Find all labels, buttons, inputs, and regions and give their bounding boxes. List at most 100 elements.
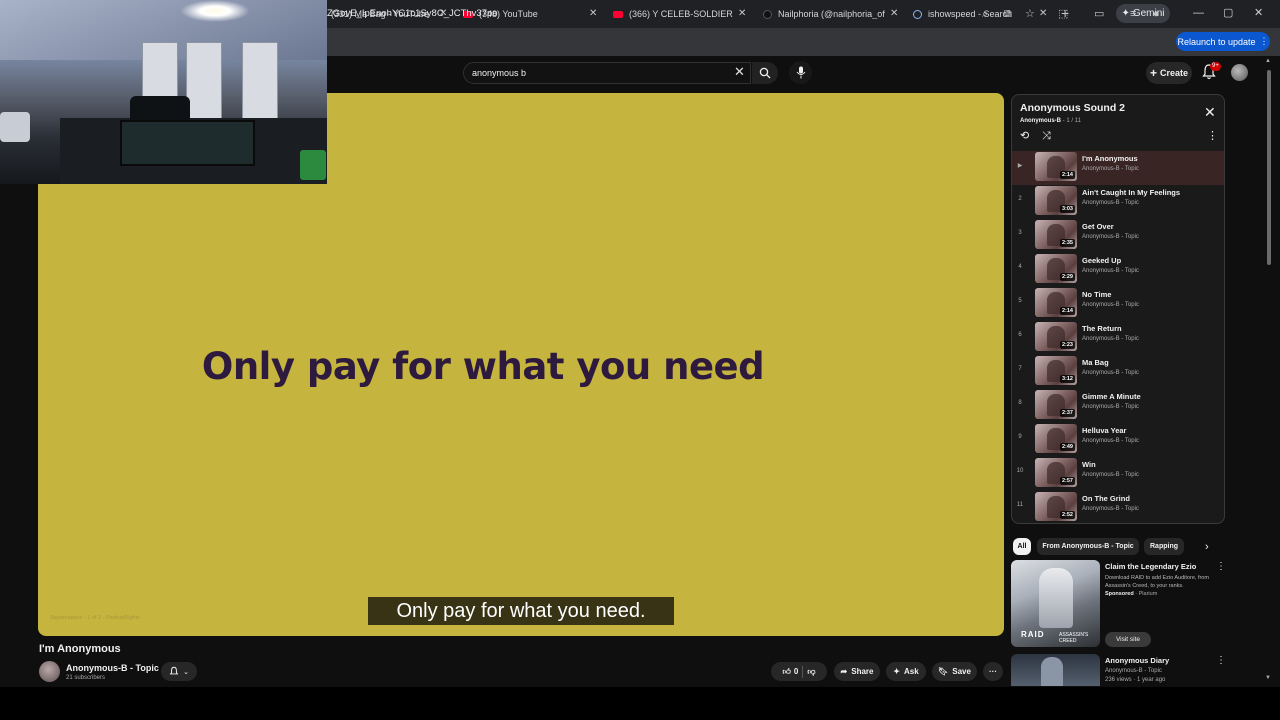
- playlist-item[interactable]: 7 3:12 Ma Bag Anonymous-B - Topic: [1012, 355, 1224, 389]
- subscribed-button[interactable]: ⌄: [161, 662, 197, 681]
- chip-rapping[interactable]: Rapping: [1144, 538, 1184, 555]
- playlist-item[interactable]: 2 3:03 Ain't Caught In My Feelings Anonymou…: [1012, 185, 1224, 219]
- playlist-title[interactable]: Anonymous Sound 2: [1020, 102, 1125, 114]
- search-button[interactable]: [752, 62, 778, 84]
- recommendation-title[interactable]: Anonymous Diary: [1105, 656, 1169, 665]
- playlist-item-channel: Anonymous-B - Topic: [1082, 404, 1139, 410]
- install-app-icon[interactable]: ⧉: [1004, 7, 1012, 21]
- save-button[interactable]: 🔖︎ Save: [932, 662, 977, 681]
- like-button[interactable]: 👍︎ 0: [783, 667, 799, 677]
- reading-list-icon[interactable]: ≡: [1130, 7, 1136, 21]
- playlist-item-thumbnail: 2:57: [1035, 458, 1077, 487]
- split-view-icon[interactable]: ▭: [1094, 7, 1104, 21]
- playlist-item[interactable]: 11 2:52 On The Grind Anonymous-B - Topic: [1012, 491, 1224, 525]
- search-icon: [759, 67, 771, 79]
- scroll-up-icon[interactable]: ▲: [1265, 58, 1271, 64]
- playlist-item[interactable]: 9 2:49 Helluva Year Anonymous-B - Topic: [1012, 423, 1224, 457]
- sponsored-thumbnail[interactable]: RAID ASSASSIN'S CREED: [1011, 560, 1100, 647]
- ask-button[interactable]: ✦ Ask: [886, 662, 926, 681]
- playlist-item[interactable]: 8 2:37 Gimme A Minute Anonymous-B - Topic: [1012, 389, 1224, 423]
- playlist-item[interactable]: 4 2:29 Geeked Up Anonymous-B - Topic: [1012, 253, 1224, 287]
- closed-caption: Only pay for what you need.: [368, 597, 674, 625]
- duration-badge: 2:23: [1059, 341, 1075, 349]
- more-vert-icon[interactable]: ⋮: [1207, 130, 1218, 142]
- advertiser-name: Plarium: [1138, 591, 1158, 597]
- playlist-item[interactable]: 6 2:23 The Return Anonymous-B - Topic: [1012, 321, 1224, 355]
- gemini-button[interactable]: ✦ Gemini: [1116, 4, 1170, 23]
- playlist-item[interactable]: ▶ 2:14 I'm Anonymous Anonymous-B - Topic: [1012, 151, 1224, 185]
- playlist-item-thumbnail: 2:49: [1035, 424, 1077, 453]
- thumbs-up-icon: 👍︎: [782, 666, 791, 676]
- playlist-item-index: 11: [1016, 502, 1024, 508]
- more-vert-icon[interactable]: ⋮: [1216, 656, 1226, 666]
- tab-close-icon[interactable]: ✕: [890, 7, 898, 21]
- account-avatar[interactable]: [1231, 64, 1248, 81]
- tab-close-icon[interactable]: ✕: [1039, 7, 1047, 21]
- chevron-right-icon[interactable]: ›: [1205, 540, 1209, 554]
- chip-from-channel[interactable]: From Anonymous-B - Topic: [1037, 538, 1139, 555]
- relaunch-button[interactable]: Relaunch to update ⋮: [1176, 32, 1270, 51]
- playlist-item-channel: Anonymous-B - Topic: [1082, 200, 1139, 206]
- close-playlist-icon[interactable]: ✕: [1204, 105, 1216, 119]
- sponsored-title[interactable]: Claim the Legendary Ezio: [1105, 562, 1196, 571]
- duration-badge: 2:35: [1059, 239, 1075, 247]
- tab-close-icon[interactable]: ✕: [738, 7, 746, 21]
- scroll-down-icon[interactable]: ▼: [1265, 675, 1271, 681]
- tab-close-icon[interactable]: ✕: [589, 7, 597, 21]
- playlist-item-index: 3: [1018, 230, 1022, 236]
- save-label: Save: [952, 667, 971, 676]
- dislike-button[interactable]: 👎︎: [807, 667, 815, 677]
- video-title: I'm Anonymous: [39, 643, 121, 655]
- search-input-value: anonymous b: [472, 68, 527, 78]
- playlist-item-index: 9: [1018, 434, 1022, 440]
- duration-badge: 2:14: [1059, 307, 1075, 315]
- more-vert-icon: ⋮: [1259, 36, 1269, 46]
- like-count: 0: [793, 667, 799, 676]
- playlist-owner[interactable]: Anonymous-B: [1020, 118, 1061, 124]
- more-actions-button[interactable]: ···: [983, 662, 1003, 681]
- profile-icon[interactable]: ●: [1153, 7, 1160, 21]
- plus-icon: +: [1149, 66, 1157, 80]
- more-vert-icon[interactable]: ⋮: [1216, 562, 1226, 572]
- playlist-item[interactable]: 10 2:57 Win Anonymous-B - Topic: [1012, 457, 1224, 491]
- duration-badge: 3:12: [1059, 375, 1075, 383]
- minimize-icon[interactable]: —: [1193, 6, 1204, 20]
- microphone-icon: [796, 66, 805, 79]
- duration-badge: 2:52: [1059, 511, 1075, 519]
- share-button[interactable]: ➦ Share: [834, 662, 880, 681]
- playlist-item[interactable]: 5 2:14 No Time Anonymous-B - Topic: [1012, 287, 1224, 321]
- channel-avatar[interactable]: [39, 661, 60, 682]
- maximize-icon[interactable]: ▢: [1223, 6, 1233, 20]
- bookmark-star-icon[interactable]: ☆: [1025, 7, 1035, 21]
- playlist-item-title: Ain't Caught In My Feelings: [1082, 188, 1181, 197]
- playlist-item-title: Helluva Year: [1082, 426, 1127, 435]
- shuffle-icon[interactable]: ⤨: [1042, 130, 1051, 142]
- visit-site-button[interactable]: Visit site: [1105, 632, 1151, 647]
- create-button[interactable]: + Create: [1146, 62, 1192, 84]
- playlist-item-channel: Anonymous-B - Topic: [1082, 336, 1139, 342]
- recommendation-thumbnail[interactable]: [1011, 654, 1100, 686]
- clear-search-icon[interactable]: ✕: [734, 65, 745, 79]
- playlist-item-channel: Anonymous-B - Topic: [1082, 166, 1139, 172]
- window-close-icon[interactable]: ✕: [1254, 6, 1263, 20]
- duration-badge: 2:49: [1059, 443, 1075, 451]
- scrollbar-thumb[interactable]: [1267, 70, 1271, 265]
- extensions-icon[interactable]: ⬚: [1058, 7, 1068, 21]
- voice-search-button[interactable]: [789, 61, 812, 84]
- tab-nailphoria[interactable]: Nailphoria (@nailphoria_offic: [763, 4, 885, 24]
- tab-ishowspeed-search[interactable]: ishowspeed - Search: [913, 4, 1033, 24]
- playlist-item[interactable]: 3 2:35 Get Over Anonymous-B - Topic: [1012, 219, 1224, 253]
- duration-badge: 3:03: [1059, 205, 1075, 213]
- zoom-icon[interactable]: ⌕: [982, 7, 988, 21]
- chip-all[interactable]: All: [1013, 538, 1031, 555]
- playlist-item-channel: Anonymous-B - Topic: [1082, 438, 1139, 444]
- relaunch-label: Relaunch to update: [1177, 36, 1256, 47]
- tab-celeb-soldier[interactable]: (366) Y CELEB-SOLDIER-Offic: [613, 4, 733, 24]
- playlist-item-title: Get Over: [1082, 222, 1114, 231]
- channel-name[interactable]: Anonymous-B - Topic: [66, 663, 159, 673]
- create-label: Create: [1160, 68, 1189, 78]
- duration-badge: 2:57: [1059, 477, 1075, 485]
- loop-icon[interactable]: ⟲: [1020, 130, 1029, 142]
- url-text[interactable]: ZGovE_IpEnohYC1c1Sy8C_JCThv37po: [327, 8, 498, 19]
- raid-logo: RAID: [1021, 630, 1045, 639]
